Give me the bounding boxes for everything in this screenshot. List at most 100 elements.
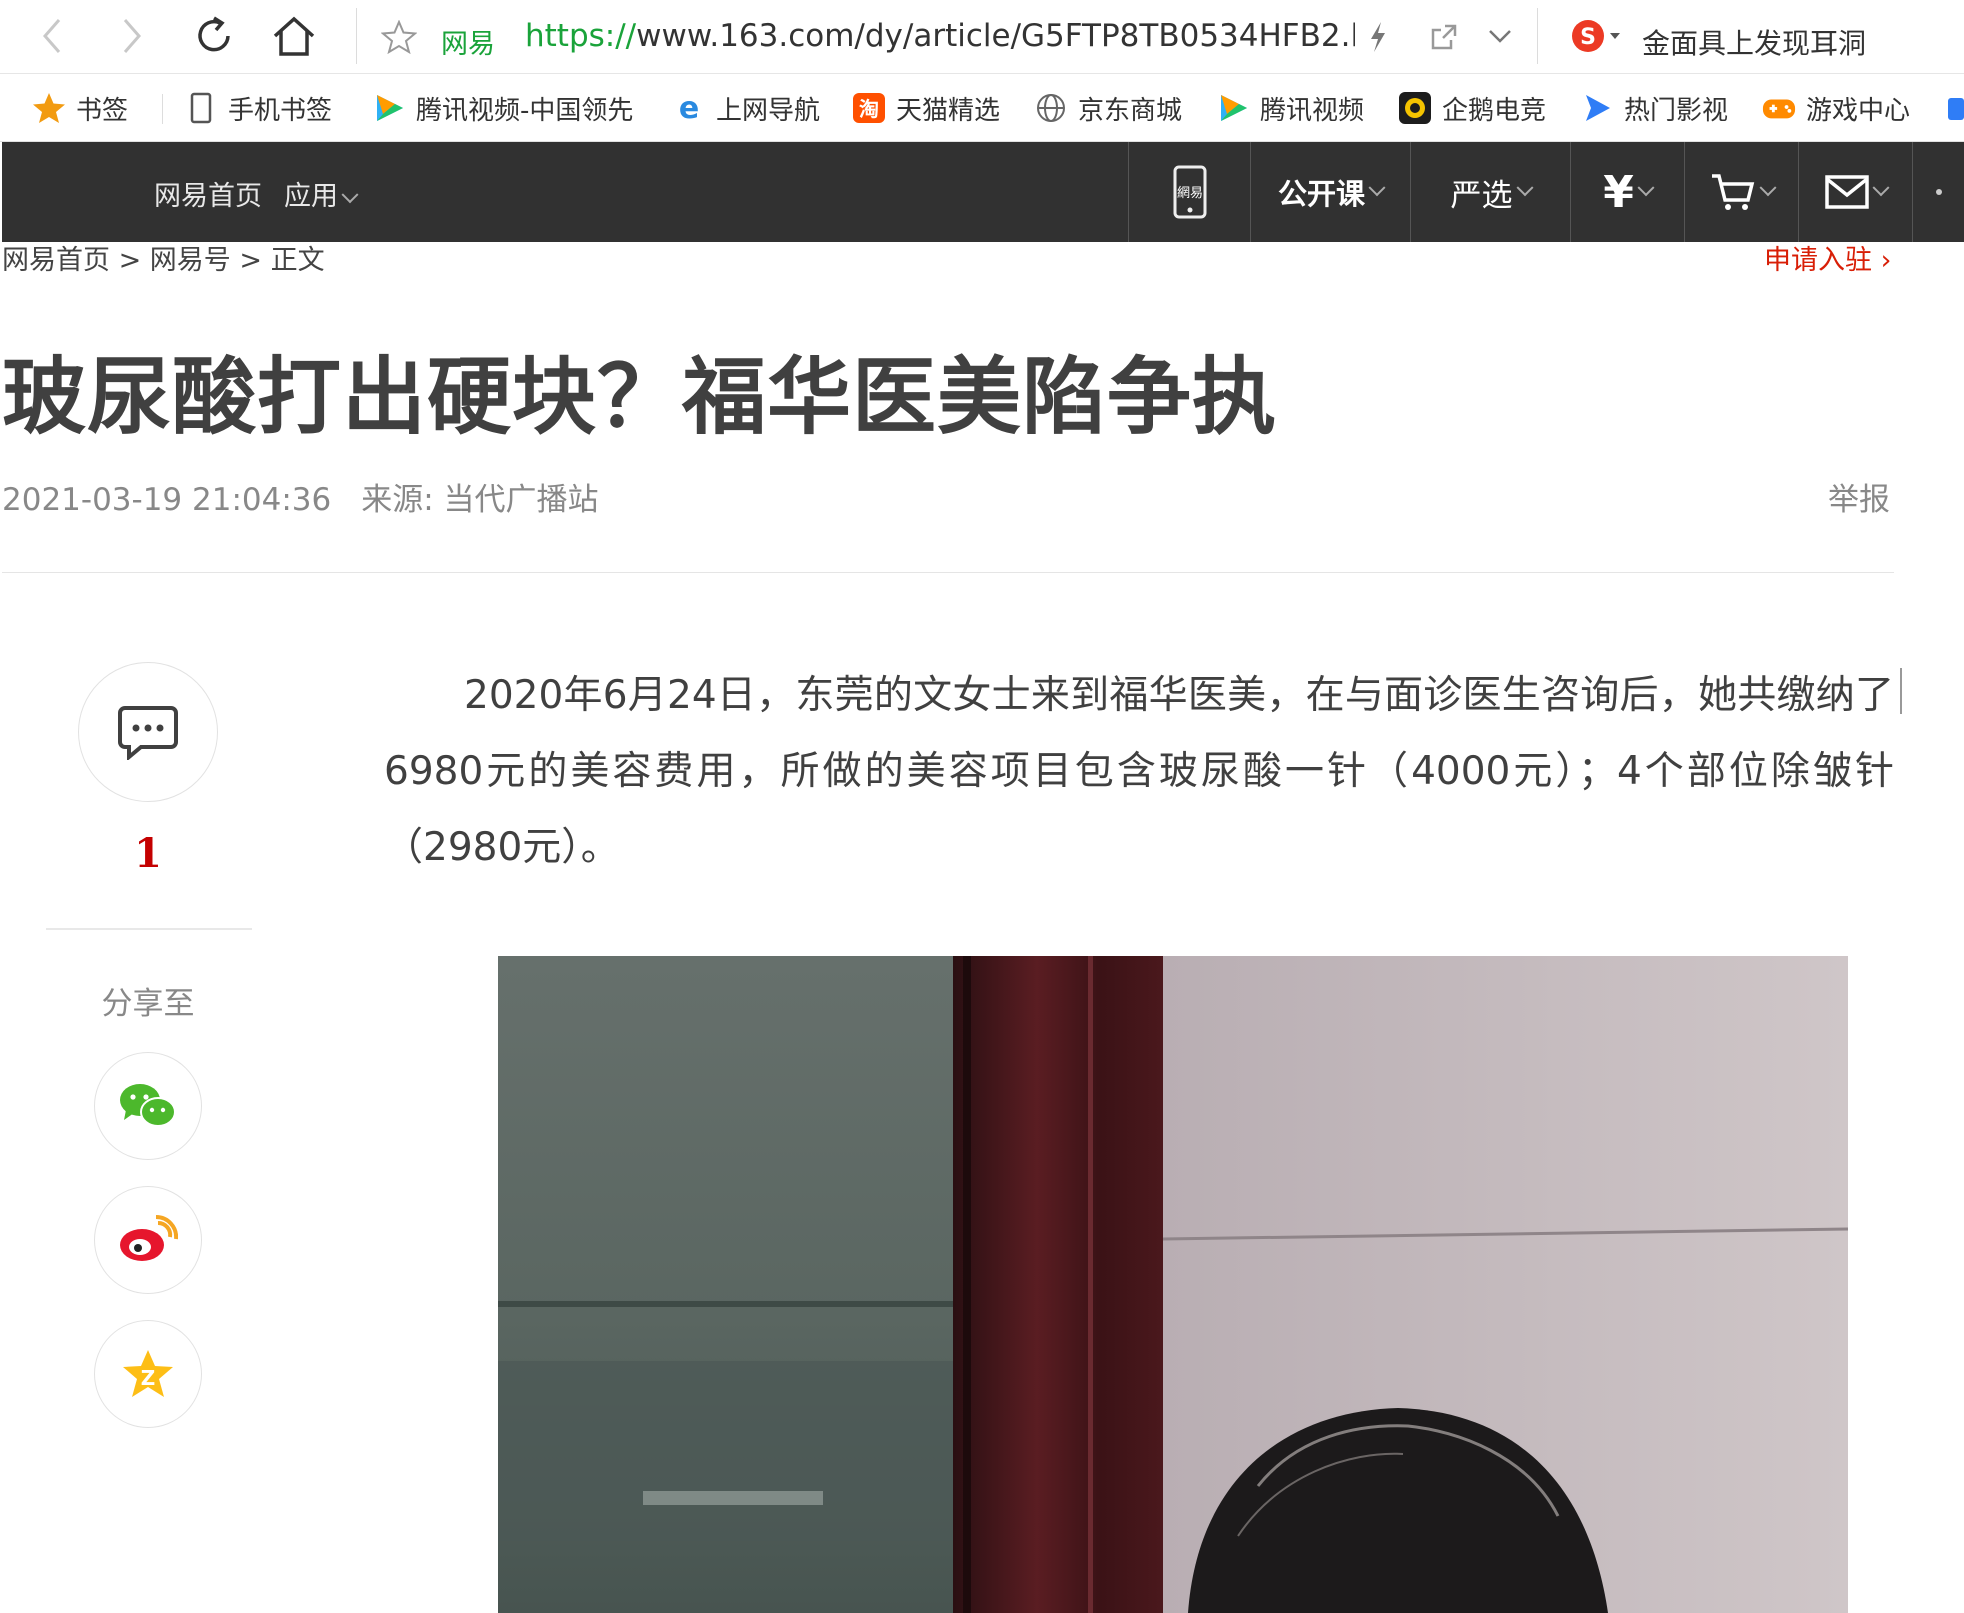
lightning-icon[interactable]: [1367, 20, 1389, 58]
bookmark-item-mobile[interactable]: 手机书签: [184, 86, 332, 130]
browser-toolbar: 网易 https://www.163.com/dy/article/G5FTP8…: [0, 0, 1964, 74]
back-button[interactable]: [24, 8, 80, 64]
penguin-esports-icon: [1398, 91, 1432, 125]
bookmarks-bar: 书签 手机书签 腾讯视频-中国领先 e 上网导航 淘 天猫精选 京东商城 腾讯视…: [0, 74, 1964, 142]
text-cursor: [1900, 668, 1902, 714]
bookmark-item-jd[interactable]: 京东商城: [1034, 86, 1182, 130]
report-link[interactable]: 举报: [1828, 474, 1890, 519]
address-bar[interactable]: 网易 https://www.163.com/dy/article/G5FTP8…: [356, 8, 1538, 64]
bookmark-label: 手机书签: [228, 95, 333, 126]
nav-more[interactable]: [1912, 142, 1964, 242]
svg-text:淘: 淘: [859, 97, 879, 121]
svg-text:e: e: [679, 92, 699, 124]
gamepad-icon: [1762, 91, 1796, 125]
share-wechat-button[interactable]: [94, 1052, 202, 1160]
bookmark-divider: [162, 94, 163, 124]
nav-cart[interactable]: [1684, 142, 1798, 242]
search-box[interactable]: S 金面具上发现耳洞: [1560, 8, 1964, 64]
star-icon: [32, 91, 66, 125]
bookmark-item-esports[interactable]: 企鹅电竞: [1398, 86, 1546, 130]
nav-yanxuan-label: 严选: [1450, 177, 1513, 214]
comment-button[interactable]: [78, 662, 218, 802]
share-qzone-button[interactable]: Z: [94, 1320, 202, 1428]
bookmark-item-games[interactable]: 游戏中心: [1762, 86, 1910, 130]
nav-mail[interactable]: [1798, 142, 1912, 242]
search-text: 金面具上发现耳洞: [1642, 27, 1867, 60]
netease-mobile-icon: 網易: [1173, 165, 1206, 219]
bookmark-item-tmall[interactable]: 淘 天猫精选: [852, 86, 1000, 130]
phone-icon: [184, 91, 218, 125]
breadcrumb: 网易首页 > 网易号 > 正文: [2, 238, 325, 277]
article-meta: 2021-03-19 21:04:36 来源: 当代广播站: [2, 474, 599, 519]
chevron-down-icon: [1872, 179, 1889, 197]
reload-button[interactable]: [186, 8, 242, 64]
taobao-icon: 淘: [852, 91, 886, 125]
star-bookmark-icon[interactable]: [380, 19, 418, 58]
bookmark-item-movies[interactable]: 热门影视: [1580, 86, 1728, 130]
mail-icon: [1824, 175, 1869, 209]
svg-text:S: S: [1580, 25, 1596, 50]
publish-datetime: 2021-03-19 21:04:36: [2, 482, 332, 518]
comment-bubble-icon: [118, 706, 178, 760]
chevron-down-icon: [1759, 179, 1776, 197]
comment-count[interactable]: 1: [78, 830, 218, 877]
qzone-star-icon: Z: [123, 1350, 173, 1397]
chevron-right-icon: [123, 19, 141, 53]
home-button[interactable]: [266, 8, 322, 64]
nav-yanxuan[interactable]: 严选: [1410, 142, 1570, 242]
nav-open-course[interactable]: 公开课: [1250, 142, 1410, 242]
rail-divider: [46, 928, 252, 930]
chevron-down-icon: [341, 186, 359, 204]
movie-icon: [1580, 91, 1614, 125]
nav-apps-menu[interactable]: 应用: [284, 174, 359, 213]
url-text[interactable]: https://www.163.com/dy/article/G5FTP8TB0…: [525, 18, 1355, 54]
bookmark-label: 腾讯视频-中国领先: [416, 95, 634, 126]
bookmark-label: 上网导航: [716, 95, 821, 126]
bookmark-label: 企鹅电竞: [1442, 95, 1547, 126]
yen-icon: ¥: [1603, 166, 1634, 218]
bookmark-label: 书签: [76, 95, 129, 126]
home-icon: [273, 16, 315, 56]
bookmark-item-tencent-video[interactable]: 腾讯视频: [1216, 86, 1364, 130]
svg-text:網易: 網易: [1176, 186, 1202, 201]
breadcrumb-section-link[interactable]: 网易号: [150, 245, 231, 276]
ie-icon: e: [672, 91, 706, 125]
svg-text:Z: Z: [141, 1366, 156, 1390]
forward-button[interactable]: [104, 8, 160, 64]
reload-icon: [198, 16, 230, 52]
nav-payment[interactable]: ¥: [1570, 142, 1684, 242]
nav-open-course-label: 公开课: [1277, 177, 1365, 211]
tencent-video-icon: [372, 91, 406, 125]
breadcrumb-separator: >: [230, 245, 271, 276]
sogou-search-icon[interactable]: S: [1570, 16, 1624, 60]
breadcrumb-current: 正文: [270, 245, 325, 276]
header-divider: [2, 572, 1894, 573]
nav-home-link[interactable]: 网易首页: [154, 174, 262, 213]
bookmark-item-tencent-video-cn[interactable]: 腾讯视频-中国领先: [372, 86, 642, 130]
bookmark-label: 游戏中心: [1806, 95, 1911, 126]
chevron-down-icon: [1368, 179, 1386, 197]
bookmark-item-nav[interactable]: e 上网导航: [672, 86, 820, 130]
wechat-icon: [120, 1084, 176, 1127]
breadcrumb-home-link[interactable]: 网易首页: [2, 245, 110, 276]
bookmark-item-bookmarks[interactable]: 书签: [32, 86, 128, 130]
site-nav-bar: 网易首页 应用 網易 公开课 严选 ¥: [2, 142, 1964, 242]
overflow-bookmark-icon[interactable]: [1948, 98, 1964, 120]
globe-icon: [1034, 91, 1068, 125]
chevron-down-icon[interactable]: [1487, 26, 1513, 50]
bookmark-label: 热门影视: [1624, 95, 1729, 126]
breadcrumb-separator: >: [110, 245, 150, 276]
tencent-video-icon: [1216, 91, 1250, 125]
chevron-left-icon: [43, 19, 61, 53]
article-photo: [498, 956, 1848, 1613]
bookmark-label: 京东商城: [1078, 95, 1183, 126]
site-label: 网易: [441, 29, 495, 60]
more-icon: [1935, 189, 1942, 195]
apply-join-link[interactable]: 申请入驻 ›: [1764, 238, 1891, 277]
nav-mobile-app[interactable]: 網易: [1128, 142, 1250, 242]
share-weibo-button[interactable]: [94, 1186, 202, 1294]
article-source[interactable]: 来源: 当代广播站: [361, 482, 598, 518]
weibo-icon: [120, 1215, 178, 1261]
article-title: 玻尿酸打出硬块？福华医美陷争执: [2, 348, 1278, 446]
share-page-icon[interactable]: [1429, 22, 1459, 56]
